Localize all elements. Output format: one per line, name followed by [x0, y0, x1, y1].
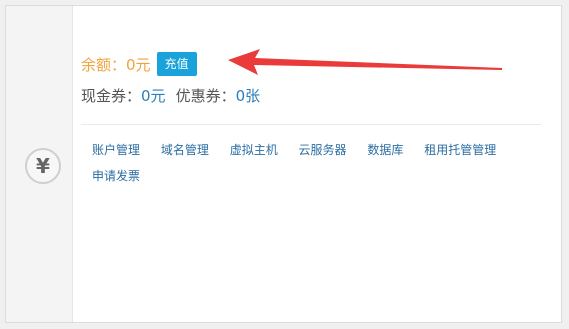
link-virtual-host[interactable]: 虚拟主机 [230, 142, 278, 158]
yen-symbol: ¥ [36, 154, 50, 178]
divider [81, 124, 541, 125]
discount-coupon-value: 0张 [235, 87, 261, 105]
link-domain-management[interactable]: 域名管理 [161, 142, 209, 158]
link-hosting-management[interactable]: 租用托管管理 [424, 142, 496, 158]
quick-links: 账户管理 域名管理 虚拟主机 云服务器 数据库 租用托管管理 申请发票 [92, 142, 522, 194]
yen-icon: ¥ [25, 148, 61, 184]
link-invoice-request[interactable]: 申请发票 [92, 168, 140, 184]
cash-coupon-label: 现金券： [81, 87, 142, 105]
link-database[interactable]: 数据库 [367, 142, 403, 158]
link-account-management[interactable]: 账户管理 [92, 142, 140, 158]
balance-value: 0元 [126, 55, 151, 74]
recharge-button[interactable]: 充值 [156, 52, 197, 76]
cash-coupon-value: 0元 [141, 87, 166, 105]
balance-row: 余额： 0元 充值 [81, 52, 197, 76]
balance-label: 余额： [81, 55, 127, 74]
red-arrow-annotation [228, 49, 502, 75]
link-cloud-server[interactable]: 云服务器 [299, 142, 347, 158]
coupon-row: 现金券： 0元 优惠券： 0张 [81, 85, 260, 106]
icon-sidebar: ¥ [6, 6, 73, 322]
discount-coupon-label: 优惠券： [175, 87, 236, 105]
